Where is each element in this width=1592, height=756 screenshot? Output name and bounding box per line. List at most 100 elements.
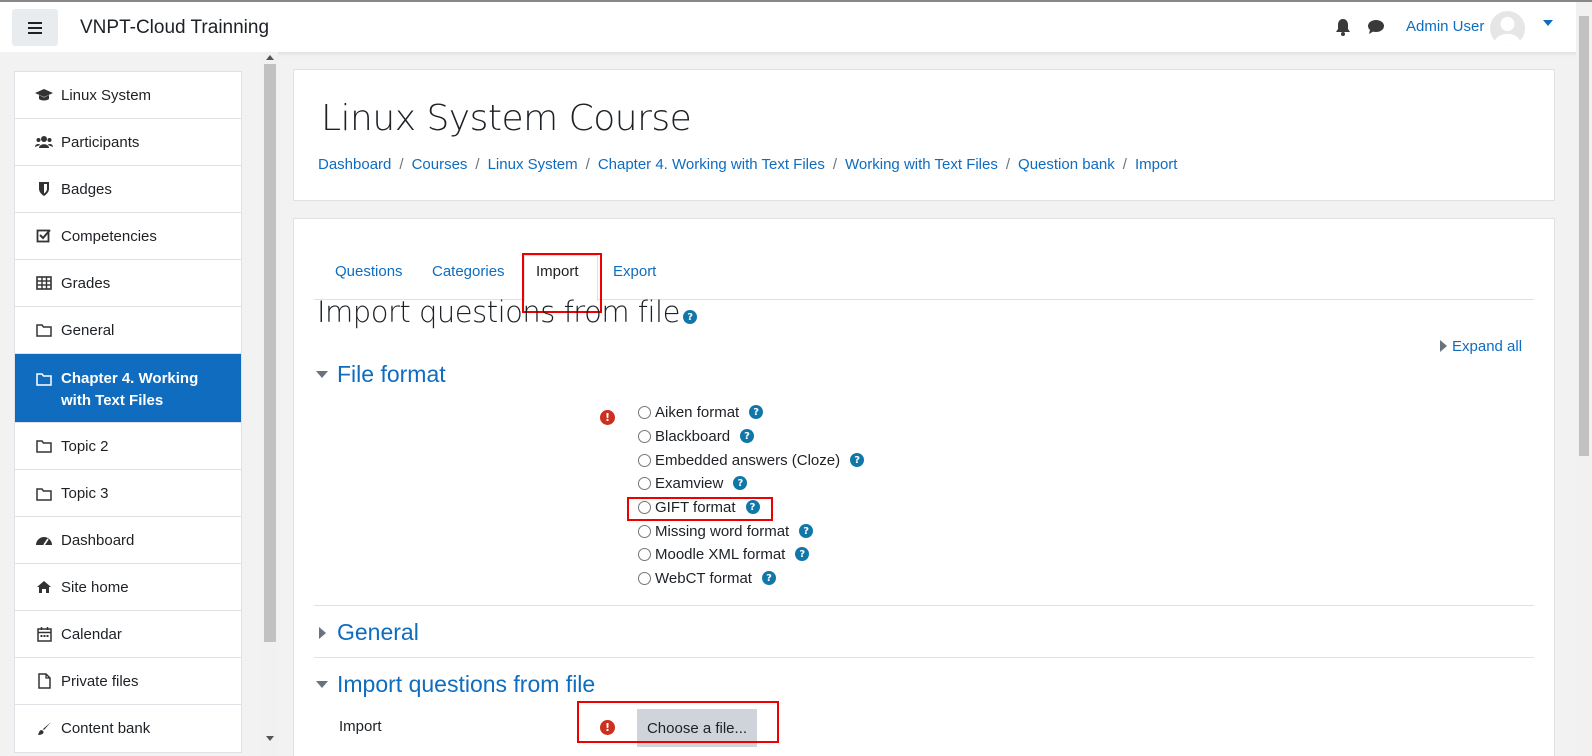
help-icon[interactable]: ? bbox=[799, 524, 814, 538]
drawer-toggle-button[interactable] bbox=[12, 9, 58, 46]
expand-all-link[interactable]: Expand all bbox=[1440, 338, 1522, 355]
nav-item-label: Badges bbox=[61, 180, 112, 198]
nav-item-general[interactable]: General bbox=[15, 307, 241, 354]
section-title: General bbox=[337, 619, 419, 645]
radio-button[interactable] bbox=[638, 429, 651, 443]
help-icon[interactable]: ? bbox=[740, 429, 755, 443]
nav-item-competencies[interactable]: Competencies bbox=[15, 213, 241, 260]
folder-icon bbox=[35, 438, 53, 454]
expand-all-label: Expand all bbox=[1452, 338, 1523, 355]
section-divider bbox=[314, 657, 1534, 658]
scroll-up-icon[interactable] bbox=[266, 55, 274, 60]
nav-item-participants[interactable]: Participants bbox=[15, 119, 241, 166]
nav-item-calendar[interactable]: Calendar bbox=[15, 611, 241, 658]
help-icon[interactable]: ? bbox=[682, 310, 697, 324]
radio-button[interactable] bbox=[638, 405, 651, 419]
help-icon[interactable]: ? bbox=[745, 500, 760, 514]
help-icon[interactable]: ? bbox=[733, 476, 748, 490]
breadcrumb-item[interactable]: Question bank bbox=[1018, 156, 1115, 173]
nav-item-chapter-4[interactable]: Chapter 4. Working with Text Files bbox=[15, 354, 241, 423]
caret-right-icon bbox=[1440, 340, 1447, 352]
radio-option-gift[interactable]: GIFT format? bbox=[638, 497, 760, 517]
folder-icon bbox=[35, 486, 53, 502]
hamburger-icon bbox=[28, 21, 42, 34]
tab-questions[interactable]: Questions bbox=[335, 263, 403, 280]
nav-item-badges[interactable]: Badges bbox=[15, 166, 241, 213]
section-title: File format bbox=[337, 361, 446, 387]
radio-button[interactable] bbox=[638, 500, 651, 514]
shield-icon bbox=[35, 181, 53, 197]
site-name[interactable]: VNPT-Cloud Trainning bbox=[80, 17, 269, 39]
radio-label: Blackboard bbox=[655, 427, 731, 445]
caret-right-icon bbox=[314, 626, 330, 639]
scroll-down-icon[interactable] bbox=[266, 736, 274, 741]
radio-option-missing-word[interactable]: Missing word format? bbox=[638, 521, 814, 541]
nav-item-content-bank[interactable]: Content bank bbox=[15, 705, 241, 752]
breadcrumb-item[interactable]: Chapter 4. Working with Text Files bbox=[598, 156, 825, 173]
messages-icon[interactable] bbox=[1367, 19, 1385, 35]
breadcrumb-item[interactable]: Linux System bbox=[488, 156, 578, 173]
radio-option-aiken[interactable]: Aiken format? bbox=[638, 402, 764, 422]
radio-button[interactable] bbox=[638, 571, 651, 585]
nav-item-site-home[interactable]: Site home bbox=[15, 564, 241, 611]
nav-item-label: Private files bbox=[61, 672, 139, 690]
breadcrumb-item[interactable]: Import bbox=[1135, 156, 1178, 173]
radio-label: Moodle XML format bbox=[655, 545, 786, 563]
nav-item-label: General bbox=[61, 321, 115, 339]
breadcrumb-item[interactable]: Courses bbox=[412, 156, 468, 173]
page-heading: Import questions from file? bbox=[317, 295, 697, 329]
nav-item-dashboard[interactable]: Dashboard bbox=[15, 517, 241, 564]
radio-button[interactable] bbox=[638, 453, 651, 467]
drawer-scrollbar[interactable] bbox=[262, 52, 278, 756]
section-general-header[interactable]: General bbox=[314, 619, 419, 646]
radio-option-moodle-xml[interactable]: Moodle XML format? bbox=[638, 544, 810, 564]
nav-item-label: Linux System bbox=[61, 86, 152, 104]
nav-item-label: Topic 2 bbox=[61, 437, 109, 455]
users-icon bbox=[35, 134, 53, 150]
nav-item-grades[interactable]: Grades bbox=[15, 260, 241, 307]
section-import-file-header[interactable]: Import questions from file bbox=[314, 671, 595, 698]
breadcrumb-item[interactable]: Dashboard bbox=[318, 156, 391, 173]
radio-option-examview[interactable]: Examview? bbox=[638, 473, 748, 493]
site-nav-group: Dashboard Site home Calendar Private fil… bbox=[14, 516, 242, 753]
required-icon: ! bbox=[600, 410, 615, 425]
page-scrollbar[interactable] bbox=[1576, 2, 1592, 756]
section-divider bbox=[314, 605, 1534, 606]
radio-button[interactable] bbox=[638, 476, 651, 490]
page-scrollbar-thumb[interactable] bbox=[1579, 16, 1589, 456]
help-icon[interactable]: ? bbox=[795, 547, 810, 561]
tab-export[interactable]: Export bbox=[613, 263, 656, 280]
section-file-format-header[interactable]: File format bbox=[314, 361, 446, 388]
help-icon[interactable]: ? bbox=[749, 405, 764, 419]
calendar-icon bbox=[35, 626, 53, 642]
help-icon[interactable]: ? bbox=[850, 453, 865, 467]
section-title: Import questions from file bbox=[337, 671, 596, 697]
user-avatar-icon bbox=[1494, 17, 1521, 46]
folder-icon bbox=[35, 322, 53, 338]
page-title: Linux System Course bbox=[321, 98, 692, 139]
nav-item-topic-2[interactable]: Topic 2 bbox=[15, 423, 241, 470]
breadcrumb-separator: / bbox=[832, 156, 838, 173]
radio-button[interactable] bbox=[638, 524, 651, 538]
chevron-down-icon[interactable] bbox=[1543, 20, 1553, 26]
tab-import[interactable]: Import bbox=[536, 263, 579, 280]
help-icon[interactable]: ? bbox=[761, 571, 776, 585]
radio-button[interactable] bbox=[638, 547, 651, 561]
breadcrumb-item[interactable]: Working with Text Files bbox=[845, 156, 998, 173]
nav-item-topic-3[interactable]: Topic 3 bbox=[15, 470, 241, 517]
page-heading-text: Import questions from file bbox=[317, 295, 680, 329]
avatar[interactable] bbox=[1490, 11, 1525, 46]
nav-item-linux-system[interactable]: Linux System bbox=[15, 72, 241, 119]
nav-item-label: Grades bbox=[61, 274, 111, 292]
tab-bar: Questions Categories Import Export bbox=[314, 239, 1534, 313]
radio-option-blackboard[interactable]: Blackboard? bbox=[638, 426, 755, 446]
nav-item-private-files[interactable]: Private files bbox=[15, 658, 241, 705]
user-menu-name[interactable]: Admin User bbox=[1406, 18, 1484, 35]
radio-option-webct[interactable]: WebCT format? bbox=[638, 568, 776, 588]
radio-label: Embedded answers (Cloze) bbox=[655, 451, 841, 469]
drawer-scrollbar-thumb[interactable] bbox=[264, 64, 276, 642]
nav-item-label: Site home bbox=[61, 578, 129, 596]
tab-categories[interactable]: Categories bbox=[432, 263, 505, 280]
notification-bell-icon[interactable] bbox=[1335, 18, 1351, 36]
radio-option-cloze[interactable]: Embedded answers (Cloze)? bbox=[638, 450, 865, 470]
